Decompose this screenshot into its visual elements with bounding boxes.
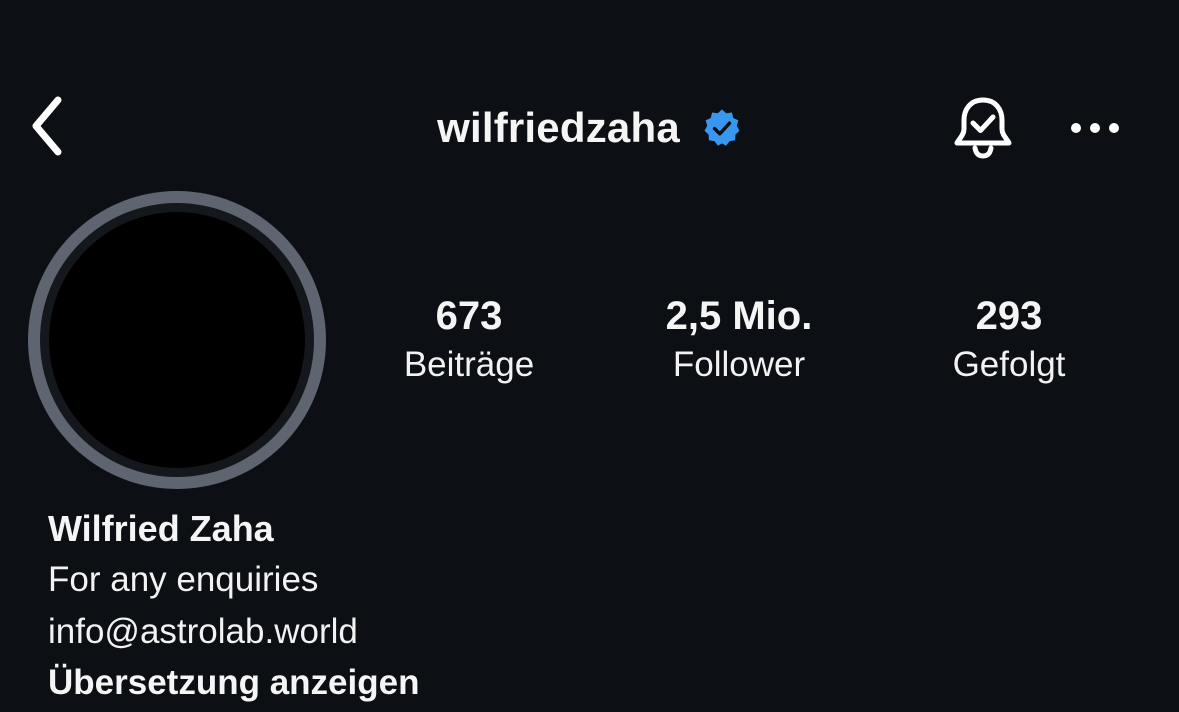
stat-followers[interactable]: 2,5 Mio. Follower	[619, 290, 859, 388]
stat-following-label: Gefolgt	[952, 345, 1066, 384]
profile-full-name: Wilfried Zaha	[48, 508, 274, 549]
verified-badge-icon	[702, 108, 742, 148]
bio-text-line: For any enquiries	[48, 560, 319, 599]
notifications-button[interactable]	[946, 92, 1020, 164]
show-translation-link[interactable]: Übersetzung anzeigen	[48, 658, 948, 708]
bell-check-icon	[954, 97, 1012, 159]
stat-following[interactable]: 293 Gefolgt	[889, 290, 1129, 388]
avatar-ring	[40, 203, 314, 477]
stat-following-count: 293	[975, 294, 1043, 338]
stat-posts-count: 673	[435, 294, 503, 338]
bio-email[interactable]: info@astrolab.world	[48, 606, 948, 658]
back-button[interactable]	[18, 94, 78, 158]
stat-posts-label: Beiträge	[403, 345, 535, 384]
profile-username: wilfriedzaha	[437, 104, 680, 151]
avatar-image	[49, 212, 305, 468]
stat-posts[interactable]: 673 Beiträge	[349, 290, 589, 388]
profile-avatar[interactable]	[28, 191, 326, 489]
stat-followers-label: Follower	[672, 345, 806, 384]
chevron-left-icon	[32, 96, 62, 156]
profile-bio: Wilfried Zaha For any enquiries info@ast…	[48, 504, 948, 708]
profile-header: wilfriedzaha	[0, 80, 1179, 176]
stat-followers-count: 2,5 Mio.	[665, 294, 813, 338]
more-options-button[interactable]	[1062, 102, 1128, 154]
more-horizontal-icon	[1071, 123, 1119, 133]
